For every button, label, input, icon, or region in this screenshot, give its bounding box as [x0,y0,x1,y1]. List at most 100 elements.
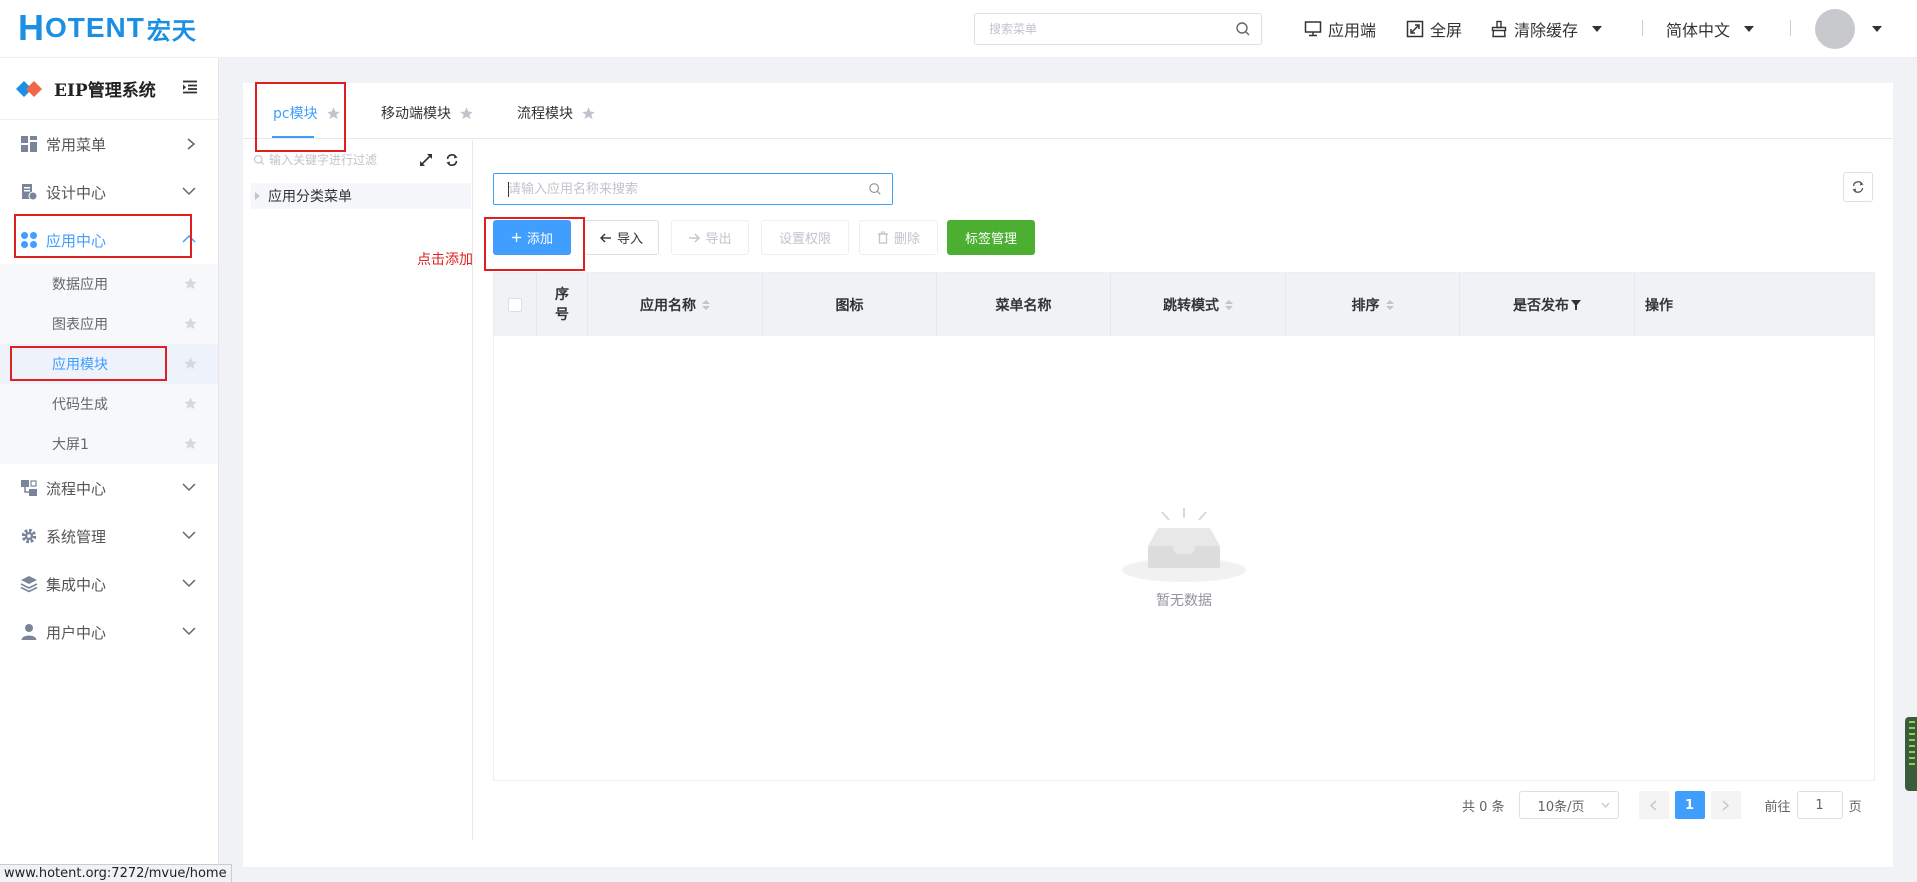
annotation-click-add: 点击添加 [417,252,473,268]
category-tree-panel: 应用分类菜单 [243,140,473,840]
app-search-box[interactable] [493,173,893,205]
search-icon [253,154,264,165]
fullscreen-button[interactable]: 全屏 [1406,17,1462,41]
page-size-select[interactable]: 10条/页 [1518,791,1619,819]
tree-filter[interactable] [253,150,413,170]
clear-cache-dropdown[interactable]: 清除缓存 [1490,17,1603,41]
app-end-button[interactable]: 应用端 [1304,17,1376,41]
plus-icon [511,232,522,243]
expand-icon[interactable] [419,153,433,167]
search-icon[interactable] [1235,21,1251,37]
collapse-menu-icon[interactable] [182,80,198,94]
sidebar-item-data-app[interactable]: 数据应用 [0,264,218,304]
sidebar-item-big-screen[interactable]: 大屏1 [0,424,218,464]
user-avatar[interactable] [1815,9,1855,49]
sidebar-header: EIP管理系统 [0,58,218,120]
tree-tools [419,153,459,167]
sort-icon[interactable] [1385,299,1394,310]
next-page-button[interactable] [1710,791,1741,819]
trash-icon [877,231,888,244]
menu-search-box[interactable] [974,13,1262,45]
column-header-sort[interactable]: 排序 [1286,273,1460,336]
column-header-published[interactable]: 是否发布 [1460,273,1635,336]
chevron-down-icon [182,531,196,540]
tree-filter-input[interactable] [269,153,409,167]
chevron-up-icon [182,234,196,243]
sidebar-item-code-gen[interactable]: 代码生成 [0,384,218,424]
column-header-app-name[interactable]: 应用名称 [588,273,763,336]
column-header-jump-mode[interactable]: 跳转模式 [1111,273,1286,336]
column-header-index: 序号 [537,273,588,336]
chevron-down-icon [182,627,196,636]
column-header-icon: 图标 [763,273,937,336]
sidebar-item-user-center[interactable]: 用户中心 [0,608,218,656]
sidebar-item-system-manage[interactable]: 系统管理 [0,512,218,560]
sidebar: EIP管理系统 常用菜单 设计中心 应用中心 数据应用 图表应用 应用模块 代码… [0,58,219,882]
browser-status-bar: www.hotent.org:7272/mvue/home [0,864,232,882]
star-icon[interactable] [183,316,198,331]
search-icon[interactable] [868,182,882,196]
import-button[interactable]: 导入 [584,220,659,255]
sidebar-item-design-center[interactable]: 设计中心 [0,168,218,216]
monitor-icon [1304,21,1322,37]
arrow-left-icon [599,233,611,242]
tab-mobile-module[interactable]: 移动端模块 [381,101,474,125]
set-permission-button[interactable]: 设置权限 [761,220,849,255]
add-button[interactable]: 添加 [493,220,571,255]
select-all-cell [494,273,537,336]
tab-pc-module[interactable]: pc模块 [273,101,341,125]
user-icon [21,624,37,640]
sidebar-item-app-center[interactable]: 应用中心 [0,216,218,264]
filter-icon[interactable] [1571,299,1581,310]
caret-down-icon[interactable] [1872,26,1882,32]
design-doc-icon [22,184,38,201]
table-refresh-button[interactable] [1843,172,1873,202]
star-icon[interactable] [183,436,198,451]
export-button[interactable]: 导出 [671,220,749,255]
pagination: 共 0 条 10条/页 1 前往 页 [1462,791,1862,819]
goto-page-input[interactable] [1796,791,1843,819]
tab-flow-module[interactable]: 流程模块 [517,101,596,125]
hotent-logo[interactable]: H OTENT 宏天 [18,7,197,48]
language-dropdown[interactable]: 简体中文 [1666,17,1755,41]
sidebar-item-flow-center[interactable]: 流程中心 [0,464,218,512]
chevron-down-icon [182,579,196,588]
sidebar-item-common-menu[interactable]: 常用菜单 [0,120,218,168]
star-icon[interactable] [581,106,596,121]
tree-node-app-category[interactable]: 应用分类菜单 [251,183,471,209]
select-all-checkbox[interactable] [508,297,522,312]
caret-right-icon[interactable] [255,192,260,200]
goto-prefix: 前往 [1764,799,1791,815]
sidebar-item-integration-center[interactable]: 集成中心 [0,560,218,608]
refresh-icon[interactable] [445,153,459,167]
total-count: 共 0 条 [1462,799,1505,815]
sort-icon[interactable] [1225,299,1233,310]
prev-page-button[interactable] [1638,791,1669,819]
arrow-right-icon [689,233,701,242]
text-cursor [508,182,509,197]
app-search-input[interactable] [494,174,854,204]
star-icon[interactable] [459,106,474,121]
chevron-down-icon [182,483,196,492]
delete-button[interactable]: 删除 [859,220,938,255]
star-icon[interactable] [183,276,198,291]
star-icon[interactable] [183,356,198,371]
sidebar-item-app-module[interactable]: 应用模块 [0,344,218,384]
sidebar-item-chart-app[interactable]: 图表应用 [0,304,218,344]
star-icon[interactable] [183,396,198,411]
flow-icon [21,480,37,496]
dashboard-icon [21,136,37,152]
broom-icon [1491,20,1507,38]
refresh-icon [1852,181,1864,193]
side-floating-widget[interactable] [1905,717,1917,791]
caret-down-icon [1592,26,1603,32]
app-module-table: 序号 应用名称 图标 菜单名称 跳转模式 排序 是否发布 操作 暂无数据 [493,272,1875,781]
page-number-current[interactable]: 1 [1674,791,1705,819]
menu-search-input[interactable] [975,14,1215,44]
star-icon[interactable] [326,106,341,121]
app-center-submenu: 数据应用 图表应用 应用模块 代码生成 大屏1 [0,264,218,464]
tag-manage-button[interactable]: 标签管理 [947,220,1035,255]
column-header-menu-name: 菜单名称 [937,273,1111,336]
fullscreen-icon [1406,20,1424,38]
sort-icon[interactable] [702,299,710,310]
